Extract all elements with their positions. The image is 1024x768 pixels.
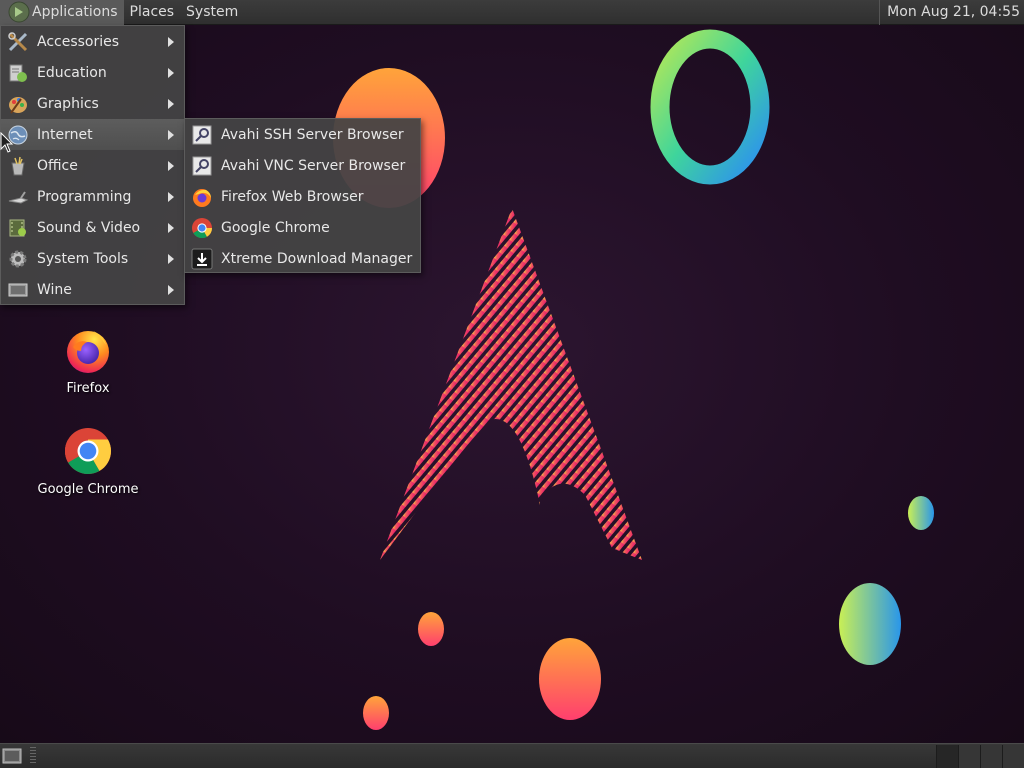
mouse-cursor-icon <box>0 132 14 153</box>
mate-logo-icon <box>8 1 30 23</box>
workspace-switcher <box>936 744 1024 768</box>
avahi-icon <box>191 124 213 146</box>
graphics-icon <box>7 93 29 115</box>
avahi-icon <box>191 155 213 177</box>
applications-menu-label: Applications <box>32 4 118 20</box>
applications-menu-button[interactable]: Applications <box>0 0 124 25</box>
menu-item-xtreme-download-manager[interactable]: Xtreme Download Manager <box>185 243 420 274</box>
menu-item-label: Accessories <box>37 33 120 50</box>
firefox-icon <box>67 331 109 373</box>
panel-menubar: Applications Places System <box>0 0 244 25</box>
menu-item-label: Office <box>37 157 78 174</box>
menu-item-label: Internet <box>37 126 93 143</box>
chrome-icon <box>191 217 213 239</box>
menu-item-avahi-vnc[interactable]: Avahi VNC Server Browser <box>185 150 420 181</box>
menu-item-accessories[interactable]: Accessories <box>1 26 184 57</box>
gear-icon <box>7 248 29 270</box>
bottom-panel <box>0 743 1024 768</box>
places-menu-button[interactable]: Places <box>124 0 181 25</box>
firefox-icon <box>191 186 213 208</box>
accessories-icon <box>7 31 29 53</box>
submenu-arrow-icon <box>168 223 174 233</box>
top-panel: Applications Places System Mon Aug 21, 0… <box>0 0 1024 25</box>
panel-clock[interactable]: Mon Aug 21, 04:55 <box>879 0 1024 25</box>
applications-menu: Accessories Education Graphics Internet … <box>0 25 185 305</box>
menu-item-programming[interactable]: Programming <box>1 181 184 212</box>
system-menu-button[interactable]: System <box>180 0 244 25</box>
desktop-icon-label: Google Chrome <box>37 482 139 497</box>
submenu-arrow-icon <box>168 192 174 202</box>
desktop-icon-label: Firefox <box>66 381 110 396</box>
menu-item-education[interactable]: Education <box>1 57 184 88</box>
menu-item-label: System Tools <box>37 250 129 267</box>
submenu-arrow-icon <box>168 161 174 171</box>
panel-drag-handle[interactable] <box>30 747 36 765</box>
submenu-arrow-icon <box>168 130 174 140</box>
menu-item-label: Firefox Web Browser <box>221 188 364 205</box>
show-desktop-icon[interactable] <box>2 746 24 766</box>
desktop-icon-firefox[interactable]: Firefox <box>33 325 143 396</box>
sound-video-icon <box>7 217 29 239</box>
submenu-arrow-icon <box>168 285 174 295</box>
menu-item-office[interactable]: Office <box>1 150 184 181</box>
menu-item-wine[interactable]: Wine <box>1 274 184 305</box>
menu-item-label: Programming <box>37 188 132 205</box>
menu-item-label: Wine <box>37 281 72 298</box>
menu-item-label: Sound & Video <box>37 219 141 236</box>
menu-item-graphics[interactable]: Graphics <box>1 88 184 119</box>
office-icon <box>7 155 29 177</box>
submenu-arrow-icon <box>168 99 174 109</box>
menu-item-firefox[interactable]: Firefox Web Browser <box>185 181 420 212</box>
submenu-arrow-icon <box>168 254 174 264</box>
workspace-3[interactable] <box>980 744 1002 768</box>
menu-item-label: Xtreme Download Manager <box>221 250 413 267</box>
internet-submenu: Avahi SSH Server Browser Avahi VNC Serve… <box>184 118 421 273</box>
menu-item-label: Avahi SSH Server Browser <box>221 126 404 143</box>
menu-item-label: Google Chrome <box>221 219 330 236</box>
menu-item-avahi-ssh[interactable]: Avahi SSH Server Browser <box>185 119 420 150</box>
menu-item-label: Avahi VNC Server Browser <box>221 157 406 174</box>
menu-item-sound-video[interactable]: Sound & Video <box>1 212 184 243</box>
menu-item-internet[interactable]: Internet <box>1 119 184 150</box>
menu-item-label: Graphics <box>37 95 99 112</box>
submenu-arrow-icon <box>168 68 174 78</box>
programming-icon <box>7 186 29 208</box>
download-icon <box>191 248 213 270</box>
submenu-arrow-icon <box>168 37 174 47</box>
chrome-icon <box>65 428 111 474</box>
menu-item-google-chrome[interactable]: Google Chrome <box>185 212 420 243</box>
wine-icon <box>7 279 29 301</box>
education-icon <box>7 62 29 84</box>
menu-item-label: Education <box>37 64 107 81</box>
menu-item-system-tools[interactable]: System Tools <box>1 243 184 274</box>
desktop-icon-google-chrome[interactable]: Google Chrome <box>33 426 143 497</box>
workspace-2[interactable] <box>958 744 980 768</box>
workspace-4[interactable] <box>1002 744 1024 768</box>
workspace-1[interactable] <box>936 744 958 768</box>
